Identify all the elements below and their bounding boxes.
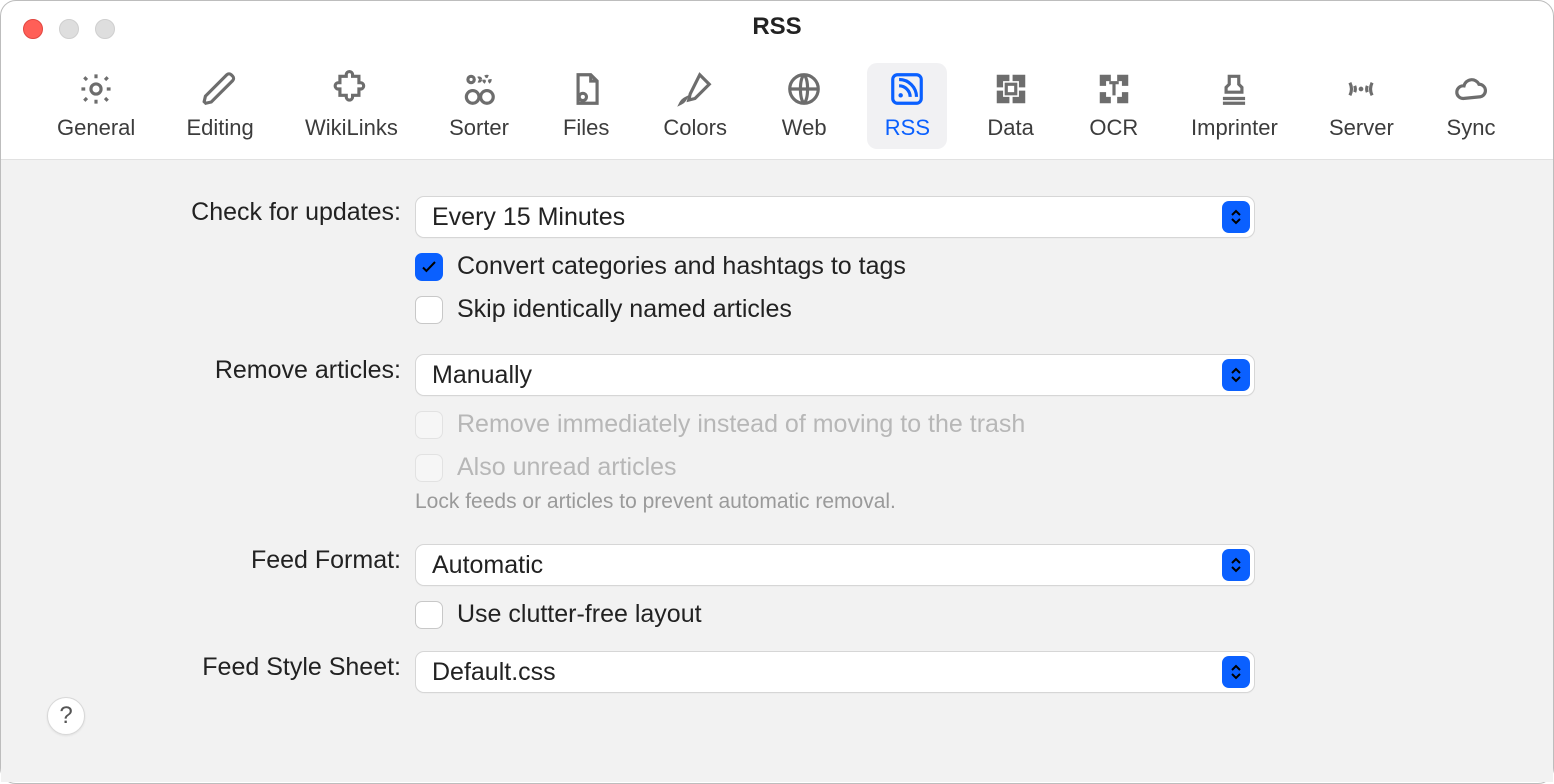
content-pane: Check for updates: Every 15 Minutes Conv… [1,160,1553,782]
antenna-icon [1341,69,1381,109]
tab-label: Sync [1447,115,1496,141]
tab-sorter[interactable]: Sorter [435,63,523,149]
tab-colors[interactable]: Colors [649,63,741,149]
cloud-icon [1451,69,1491,109]
tab-files[interactable]: Files [546,63,626,149]
tab-label: General [57,115,135,141]
feed-format-label: Feed Format: [1,544,401,575]
tab-label: RSS [885,115,930,141]
remove-articles-popup[interactable]: Manually [415,354,1255,396]
close-window-button[interactable] [23,19,43,39]
convert-tags-checkbox[interactable] [415,253,443,281]
globe-icon [784,69,824,109]
check-updates-label: Check for updates: [1,196,401,227]
remove-articles-value: Manually [432,361,532,390]
window-title: RSS [752,13,801,41]
tab-ocr[interactable]: OCR [1074,63,1154,149]
tab-label: WikiLinks [305,115,398,141]
tab-label: Editing [186,115,253,141]
tab-wikilinks[interactable]: WikiLinks [291,63,412,149]
zoom-window-button[interactable] [95,19,115,39]
skip-dupes-checkbox[interactable] [415,296,443,324]
tab-label: Server [1329,115,1394,141]
file-gear-icon [566,69,606,109]
tab-data[interactable]: Data [971,63,1051,149]
ocr-icon [1094,69,1134,109]
popup-stepper-icon [1222,549,1250,581]
tab-label: Imprinter [1191,115,1278,141]
minimize-window-button[interactable] [59,19,79,39]
rss-icon [887,69,927,109]
feed-style-value: Default.css [432,658,556,687]
check-updates-value: Every 15 Minutes [432,203,625,232]
gear-icon [76,69,116,109]
clutter-free-label: Use clutter-free layout [457,600,702,629]
stamp-icon [1214,69,1254,109]
help-button[interactable]: ? [47,697,85,735]
feed-style-popup[interactable]: Default.css [415,651,1255,693]
tab-server[interactable]: Server [1315,63,1408,149]
popup-stepper-icon [1222,656,1250,688]
tab-editing[interactable]: Editing [172,63,267,149]
feed-format-popup[interactable]: Automatic [415,544,1255,586]
also-unread-checkbox [415,454,443,482]
data-icon [991,69,1031,109]
check-updates-popup[interactable]: Every 15 Minutes [415,196,1255,238]
tab-label: Web [782,115,827,141]
feed-style-label: Feed Style Sheet: [1,651,401,682]
feed-format-value: Automatic [432,551,543,580]
tab-rss[interactable]: RSS [867,63,947,149]
tab-web[interactable]: Web [764,63,844,149]
sorter-icon [459,69,499,109]
tab-sync[interactable]: Sync [1431,63,1511,149]
convert-tags-label: Convert categories and hashtags to tags [457,252,906,281]
also-unread-label: Also unread articles [457,453,677,482]
tab-label: Data [987,115,1033,141]
help-icon: ? [59,702,72,730]
tab-imprinter[interactable]: Imprinter [1177,63,1292,149]
remove-now-checkbox [415,411,443,439]
tab-general[interactable]: General [43,63,149,149]
clutter-free-checkbox[interactable] [415,601,443,629]
window-controls [23,19,115,39]
tab-label: Colors [663,115,727,141]
preferences-toolbar: General Editing WikiLinks Sorter Files C… [1,53,1553,160]
remove-now-label: Remove immediately instead of moving to … [457,410,1025,439]
tab-label: OCR [1089,115,1138,141]
skip-dupes-label: Skip identically named articles [457,295,792,324]
popup-stepper-icon [1222,359,1250,391]
pencil-icon [200,69,240,109]
lock-hint: Lock feeds or articles to prevent automa… [415,490,1255,514]
tab-label: Files [563,115,609,141]
remove-articles-label: Remove articles: [1,354,401,385]
brush-icon [675,69,715,109]
tab-label: Sorter [449,115,509,141]
popup-stepper-icon [1222,201,1250,233]
puzzle-icon [331,69,371,109]
titlebar: RSS [1,1,1553,53]
